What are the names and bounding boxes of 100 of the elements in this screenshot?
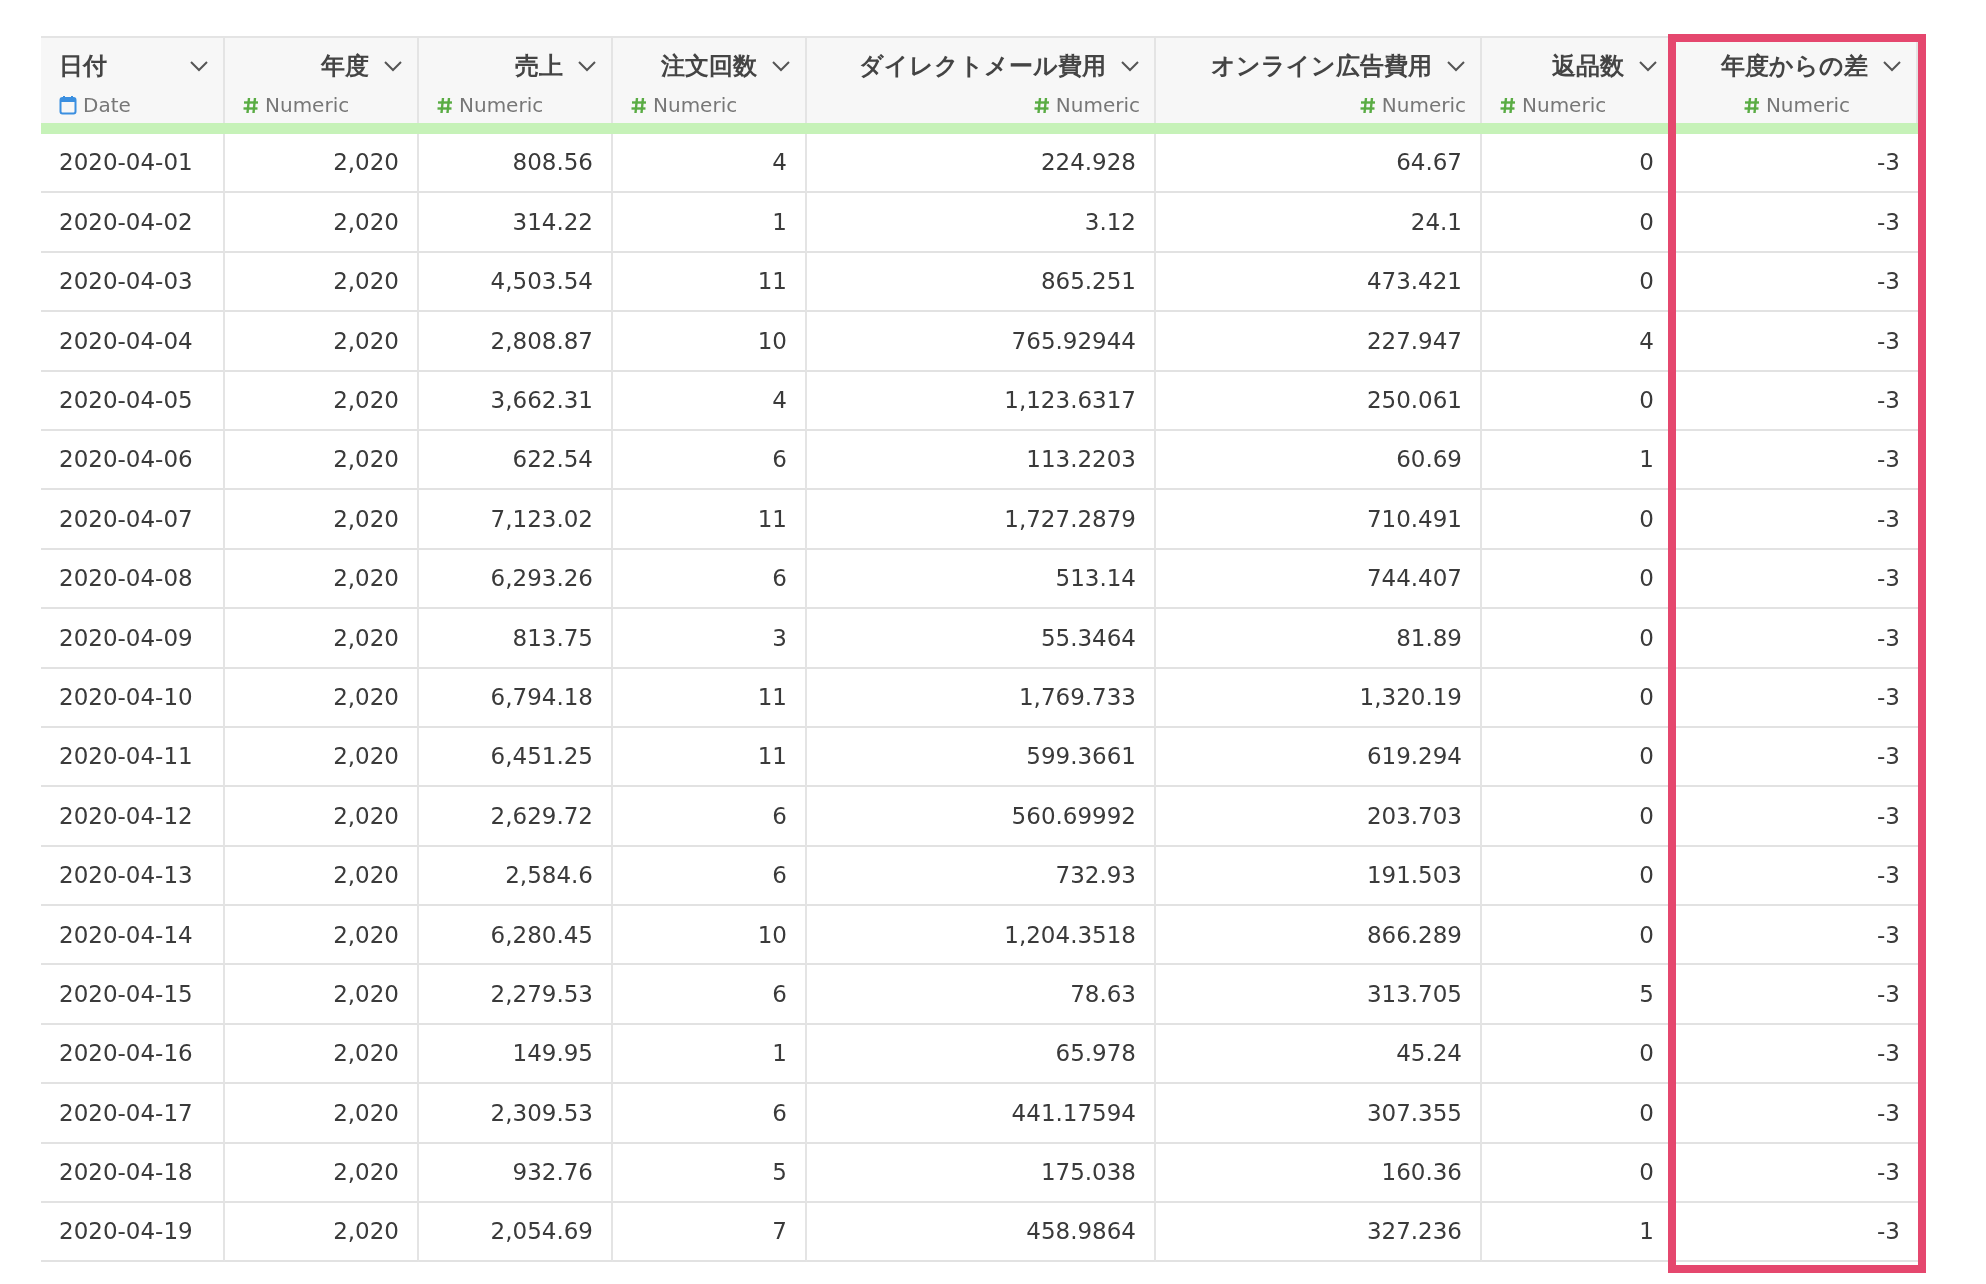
column-title: 売上 <box>515 51 563 82</box>
table-cell: -3 <box>1674 668 1918 728</box>
column-header[interactable]: 注文回数 Numeric <box>613 36 807 123</box>
table-cell: 2,279.53 <box>419 965 613 1025</box>
table-cell: -3 <box>1674 134 1918 194</box>
hash-icon <box>631 96 647 114</box>
column-title: 返品数 <box>1552 51 1624 82</box>
hash-icon <box>437 96 453 114</box>
chevron-down-icon[interactable] <box>1120 60 1140 72</box>
column-type-label: Numeric <box>459 92 544 119</box>
table-cell: 1,204.3518 <box>807 906 1156 966</box>
table-cell: 2,020 <box>225 371 419 431</box>
table-cell: 60.69 <box>1156 430 1482 491</box>
table-cell: 2,020 <box>225 846 419 907</box>
column-header[interactable]: 売上 Numeric <box>419 36 613 123</box>
table-cell: 2020-04-13 <box>41 846 225 907</box>
table-cell: 6 <box>613 787 807 847</box>
chevron-down-icon[interactable] <box>189 60 209 72</box>
table-cell: 6 <box>613 965 807 1025</box>
table-cell: 0 <box>1482 490 1674 550</box>
table-cell: -3 <box>1674 727 1918 788</box>
table-cell: 2020-04-02 <box>41 193 225 253</box>
table-cell: 813.75 <box>419 609 613 669</box>
hash-icon <box>1033 96 1050 114</box>
column-header[interactable]: ダイレクトメール費用 Numeric <box>807 36 1156 123</box>
table-cell: 2,309.53 <box>419 1084 613 1144</box>
table-cell: 0 <box>1482 549 1674 610</box>
table-cell: 191.503 <box>1156 846 1482 907</box>
table-cell: 2020-04-11 <box>41 727 225 788</box>
table-cell: 808.56 <box>419 134 613 194</box>
table-cell: -3 <box>1674 252 1918 313</box>
column-title: ダイレクトメール費用 <box>859 51 1106 82</box>
table-cell: 11 <box>613 490 807 550</box>
table-cell: 2,020 <box>225 1143 419 1204</box>
table-cell: 5 <box>1482 965 1674 1025</box>
table-cell: -3 <box>1674 609 1918 669</box>
table-cell: 622.54 <box>419 430 613 491</box>
chevron-down-icon[interactable] <box>1882 60 1902 72</box>
table-cell: 3,662.31 <box>419 371 613 431</box>
table-cell: -3 <box>1674 1024 1918 1085</box>
table-cell: 2,584.6 <box>419 846 613 907</box>
table-cell: 2,020 <box>225 134 419 194</box>
table-cell: 224.928 <box>807 134 1156 194</box>
column-type-label: Numeric <box>1522 92 1607 119</box>
column-type-label: Numeric <box>1381 92 1466 119</box>
chevron-down-icon[interactable] <box>1638 60 1658 72</box>
table-cell: -3 <box>1674 1203 1918 1263</box>
hash-icon <box>1743 96 1760 114</box>
table-cell: 3 <box>613 609 807 669</box>
chevron-down-icon[interactable] <box>577 60 597 72</box>
chevron-down-icon[interactable] <box>771 60 791 72</box>
table-cell: 55.3464 <box>807 609 1156 669</box>
column-header[interactable]: 年度 Numeric <box>225 36 419 123</box>
table-cell: -3 <box>1674 1084 1918 1144</box>
table-cell: 4 <box>613 134 807 194</box>
table-cell: -3 <box>1674 193 1918 253</box>
table-cell: 2020-04-15 <box>41 965 225 1025</box>
table-cell: 513.14 <box>807 549 1156 610</box>
column-type-label: Date <box>83 92 131 119</box>
table-cell: -3 <box>1674 371 1918 431</box>
table-cell: 0 <box>1482 609 1674 669</box>
table-cell: 0 <box>1482 371 1674 431</box>
table-cell: 314.22 <box>419 193 613 253</box>
column-header[interactable]: 日付 Date <box>41 36 225 123</box>
table-cell: 458.9864 <box>807 1203 1156 1263</box>
chevron-down-icon[interactable] <box>1446 60 1466 72</box>
table-cell: 10 <box>613 312 807 372</box>
table-cell: 765.92944 <box>807 312 1156 372</box>
table-cell: 2020-04-04 <box>41 312 225 372</box>
chevron-down-icon[interactable] <box>383 60 403 72</box>
table-cell: 2020-04-14 <box>41 906 225 966</box>
table-cell: 2,020 <box>225 252 419 313</box>
table-cell: 0 <box>1482 727 1674 788</box>
table-cell: 0 <box>1482 252 1674 313</box>
table-cell: -3 <box>1674 906 1918 966</box>
table-cell: 1 <box>613 1024 807 1085</box>
table-cell: 932.76 <box>419 1143 613 1204</box>
table-cell: 441.17594 <box>807 1084 1156 1144</box>
table-cell: 2020-04-12 <box>41 787 225 847</box>
column-title: 年度 <box>321 51 369 82</box>
column-header[interactable]: オンライン広告費用 Numeric <box>1156 36 1482 123</box>
table-cell: -3 <box>1674 430 1918 491</box>
table-cell: 11 <box>613 668 807 728</box>
table-cell: 0 <box>1482 846 1674 907</box>
table-cell: 11 <box>613 727 807 788</box>
table-cell: 1 <box>1482 430 1674 491</box>
table-cell: 2020-04-18 <box>41 1143 225 1204</box>
table-cell: 2,020 <box>225 1203 419 1263</box>
table-cell: 3.12 <box>807 193 1156 253</box>
table-cell: 0 <box>1482 1143 1674 1204</box>
table-cell: 7,123.02 <box>419 490 613 550</box>
table-cell: 6,280.45 <box>419 906 613 966</box>
hash-icon <box>1359 96 1376 114</box>
table-cell: 0 <box>1482 906 1674 966</box>
table-cell: 1,727.2879 <box>807 490 1156 550</box>
table-cell: -3 <box>1674 1143 1918 1204</box>
table-cell: 45.24 <box>1156 1024 1482 1085</box>
table-cell: 250.061 <box>1156 371 1482 431</box>
table-cell: -3 <box>1674 312 1918 372</box>
table-cell: 732.93 <box>807 846 1156 907</box>
